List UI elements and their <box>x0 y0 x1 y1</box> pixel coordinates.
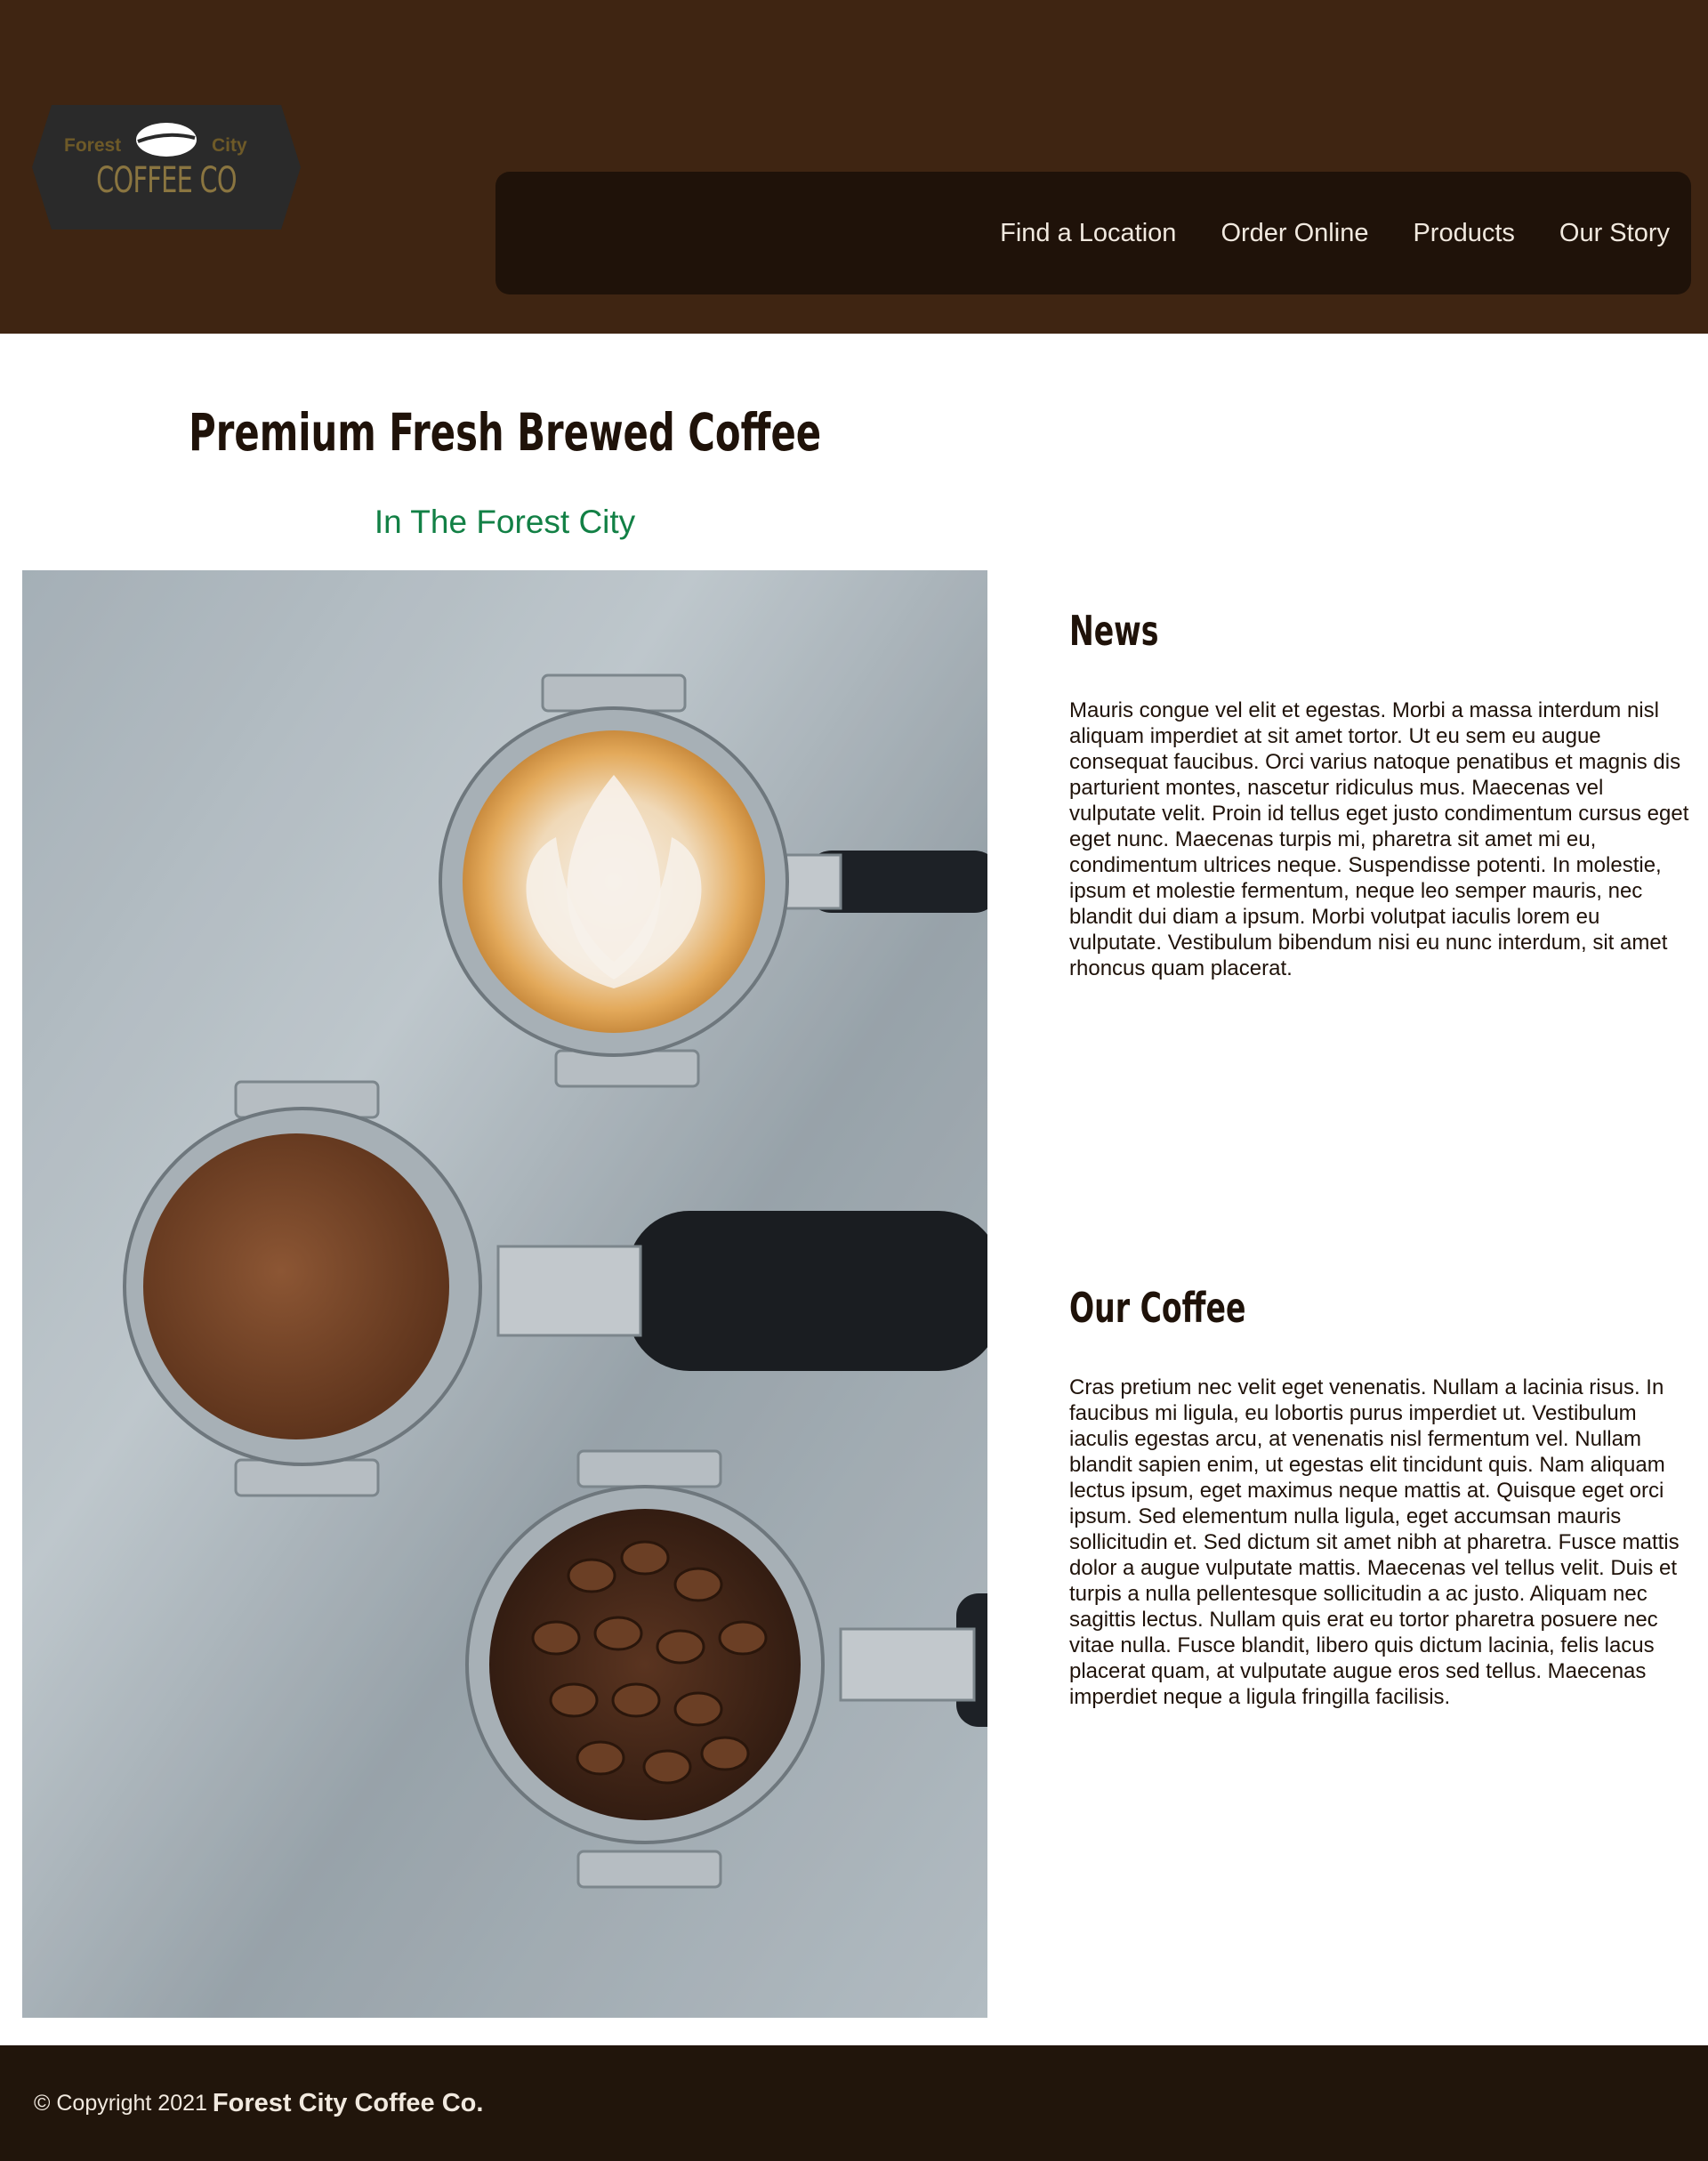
copyright-text: © Copyright 2021 <box>34 2090 207 2116</box>
main-nav: Find a Location Order Online Products Ou… <box>495 172 1691 294</box>
site-header: Forest City COFFEE CO Find a Location Or… <box>0 0 1708 334</box>
coffee-bean-icon <box>136 123 197 157</box>
site-footer: © Copyright 2021 Forest City Coffee Co. <box>0 2045 1708 2161</box>
nav-link-find-a-location[interactable]: Find a Location <box>1000 219 1176 248</box>
footer-brand-name: Forest City Coffee Co. <box>212 2088 484 2117</box>
news-heading: News <box>1069 607 1159 655</box>
logo-word-coffee-co: COFFEE CO <box>96 160 237 201</box>
nav-link-products[interactable]: Products <box>1413 219 1514 248</box>
nav-link-order-online[interactable]: Order Online <box>1221 219 1368 248</box>
page-title: Premium Fresh Brewed Coffee <box>189 402 822 463</box>
nav-link-our-story[interactable]: Our Story <box>1559 219 1670 248</box>
nav-list: Find a Location Order Online Products Ou… <box>1000 172 1670 294</box>
page-subtitle: In The Forest City <box>374 504 636 540</box>
portafilters-illustration <box>22 570 987 2018</box>
brand-logo[interactable]: Forest City COFFEE CO <box>32 105 301 230</box>
our-coffee-paragraph: Cras pretium nec velit eget venenatis. N… <box>1069 1375 1680 1709</box>
coffee-portafilters-image <box>22 570 987 2018</box>
our-coffee-heading: Our Coffee <box>1069 1284 1246 1332</box>
logo-word-city: City <box>212 135 247 156</box>
footer-copyright: © Copyright 2021 Forest City Coffee Co. <box>34 2045 483 2161</box>
news-paragraph: Mauris congue vel elit et egestas. Morbi… <box>1069 698 1689 980</box>
logo-word-forest: Forest <box>64 135 122 156</box>
